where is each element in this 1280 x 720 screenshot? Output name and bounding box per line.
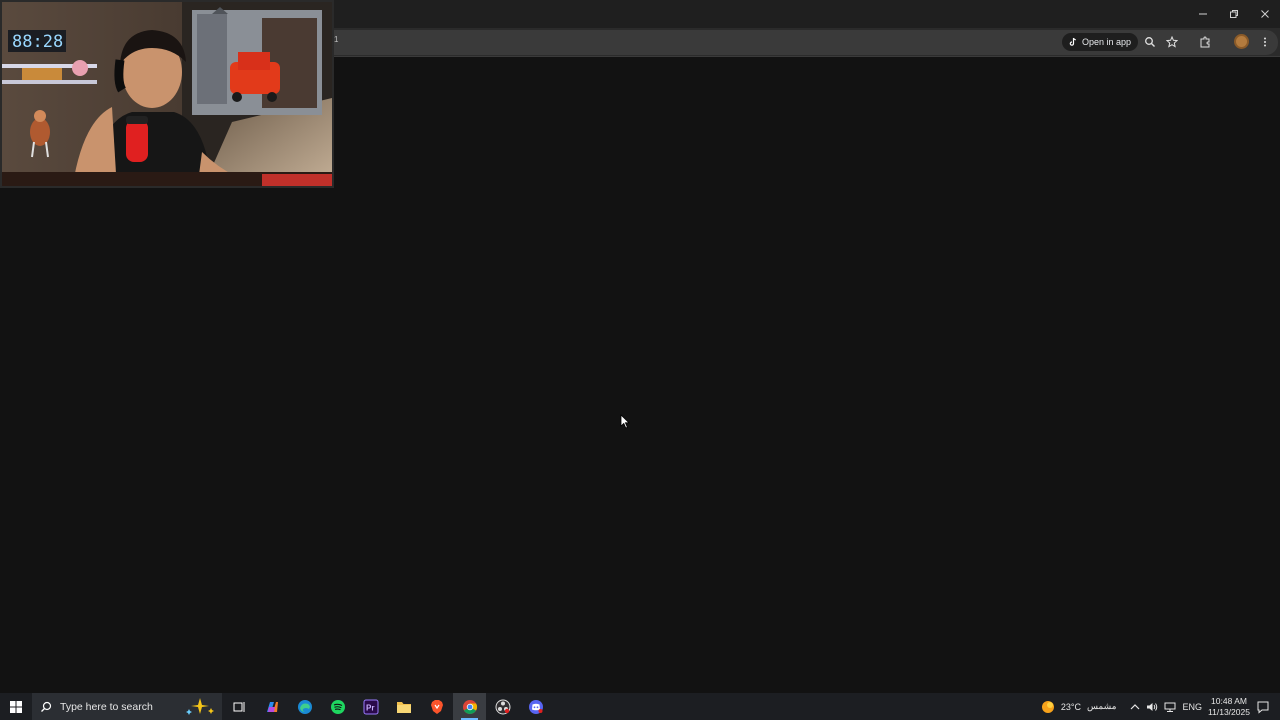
chrome-icon [462, 699, 477, 714]
webcam-feed-image: 88:28 [2, 2, 332, 186]
close-icon [1260, 10, 1269, 18]
weather-temperature[interactable]: 23°C [1061, 702, 1081, 712]
copilot-button[interactable] [255, 693, 288, 720]
obs-button[interactable] [486, 693, 519, 720]
cursor-arrow-icon [620, 414, 630, 429]
discord-button[interactable] [519, 693, 552, 720]
weather-sun-icon[interactable] [1041, 700, 1055, 714]
spotify-button[interactable] [321, 693, 354, 720]
premiere-pro-icon: Pr [363, 699, 378, 714]
search-icon [41, 701, 52, 712]
chevron-up-icon[interactable] [1130, 703, 1140, 711]
obs-icon [495, 699, 510, 714]
window-controls [1187, 0, 1280, 28]
discord-icon [528, 699, 543, 714]
mouse-cursor [620, 414, 630, 434]
zoom-icon [1145, 37, 1155, 47]
brave-button[interactable] [420, 693, 453, 720]
browser-menu-button[interactable] [1256, 33, 1274, 51]
spotify-icon [330, 699, 345, 714]
svg-text:Pr: Pr [366, 703, 374, 712]
puzzle-icon [1200, 36, 1210, 48]
premiere-pro-button[interactable]: Pr [354, 693, 387, 720]
restore-button[interactable] [1218, 0, 1249, 28]
file-explorer-button[interactable] [387, 693, 420, 720]
close-window-button[interactable] [1249, 0, 1280, 28]
clock-time: 10:48 AM [1211, 695, 1247, 706]
weather-description[interactable]: مشمس [1087, 701, 1117, 712]
task-view-icon [233, 701, 244, 712]
open-in-app-label: Open in app [1082, 37, 1132, 47]
taskbar-clock[interactable]: 10:48 AM 11/13/2025 [1208, 696, 1250, 718]
search-placeholder: Type here to search [60, 700, 153, 713]
profile-avatar[interactable] [1234, 34, 1249, 49]
extensions-button[interactable] [1196, 33, 1214, 51]
notifications-icon[interactable] [1256, 700, 1270, 714]
sparkle-icon [186, 698, 214, 715]
webcam-clock-text: 88:28 [12, 32, 63, 52]
star-icon [1166, 36, 1178, 48]
webcam-overlay: 88:28 [0, 0, 334, 188]
url-text[interactable]: 1 [334, 35, 338, 44]
input-language[interactable]: ENG [1182, 702, 1202, 712]
start-button[interactable] [0, 693, 32, 720]
zoom-button[interactable] [1141, 33, 1159, 51]
chrome-button[interactable] [453, 693, 486, 720]
minimize-button[interactable] [1187, 0, 1218, 28]
edge-icon [297, 699, 312, 714]
open-in-app-button[interactable]: Open in app [1062, 33, 1139, 51]
task-view-button[interactable] [222, 693, 255, 720]
system-tray: 23°C مشمس ENG 10:48 AM 11/13/2025 [1041, 693, 1280, 720]
taskbar-search-box[interactable]: Type here to search [32, 693, 222, 720]
tiktok-icon [1069, 37, 1076, 46]
bookmark-button[interactable] [1163, 33, 1181, 51]
minimize-icon [1198, 13, 1207, 15]
clock-date: 11/13/2025 [1208, 706, 1250, 717]
edge-button[interactable] [288, 693, 321, 720]
windows-logo-icon [10, 700, 22, 713]
copilot-icon [266, 701, 278, 712]
restore-icon [1229, 10, 1238, 18]
volume-icon[interactable] [1146, 701, 1158, 713]
file-explorer-icon [396, 701, 411, 713]
network-icon[interactable] [1164, 701, 1176, 713]
more-vert-icon [1264, 37, 1266, 47]
brave-icon [430, 699, 443, 714]
